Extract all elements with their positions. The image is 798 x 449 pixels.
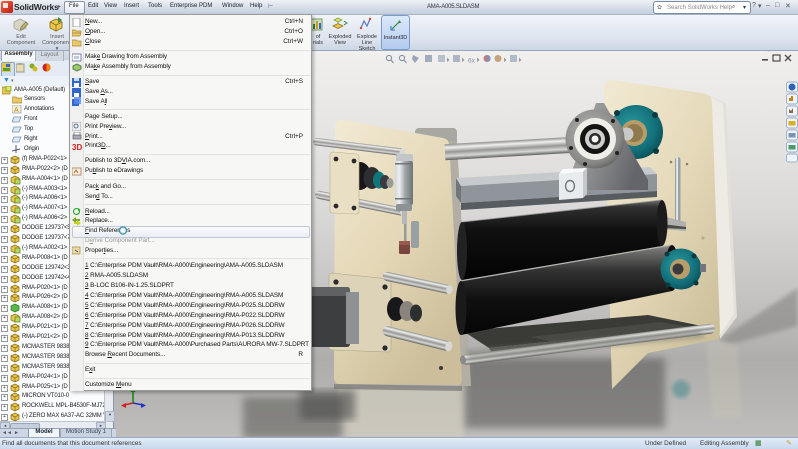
svg-text:3D: 3D: [72, 143, 82, 151]
svg-text:6x: 6x: [468, 58, 476, 65]
svg-text:A: A: [14, 107, 19, 114]
